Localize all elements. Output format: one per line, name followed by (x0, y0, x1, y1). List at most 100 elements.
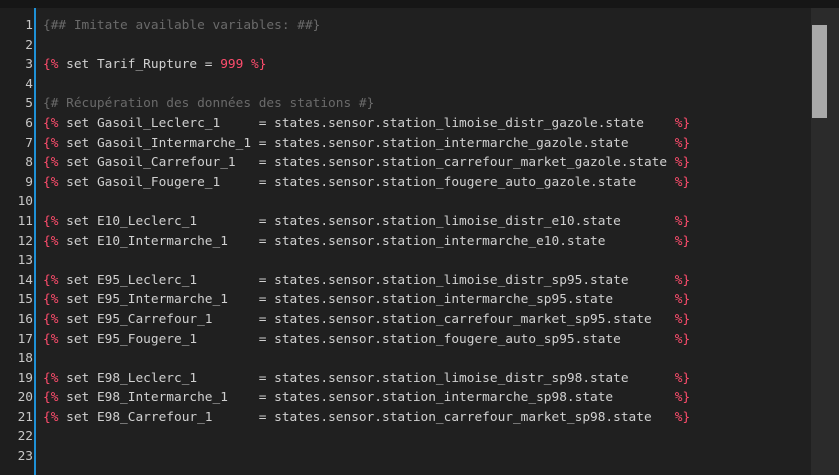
code-token-tag: {% (43, 390, 59, 406)
line-number: 14 (17, 272, 33, 288)
code-token-tag: {% (43, 292, 59, 308)
code-token-tag: %} (674, 135, 691, 151)
line-text: {% set Gasoil_Intermarche_1 = states.sen… (43, 134, 690, 154)
line-number: 11 (17, 213, 33, 229)
code-token-tag: {% (43, 155, 59, 171)
template-editor: 1 {## Imitate available variables: ##} 2 3{… (0, 0, 839, 475)
line-text: {% set E98_Intermarche_1 = states.sensor… (43, 388, 690, 408)
line-number: 21 (17, 409, 33, 425)
code-token-tag: %} (674, 311, 691, 327)
code-token-kw: set E98_Leclerc_1 = states.sensor.statio… (58, 370, 675, 386)
code-line[interactable]: 19 {% set E98_Leclerc_1 = states.sensor.s… (0, 369, 811, 389)
line-text: {% set E98_Leclerc_1 = states.sensor.sta… (43, 369, 690, 389)
code-token-kw: set Gasoil_Fougere_1 = states.sensor.sta… (58, 174, 675, 190)
line-number: 10 (17, 194, 33, 210)
line-number: 13 (17, 253, 33, 269)
line-text: {% set E10_Leclerc_1 = states.sensor.sta… (43, 212, 690, 232)
line-number: 5 (25, 96, 33, 112)
code-token-kw: set Gasoil_Carrefour_1 = states.sensor.s… (58, 155, 675, 171)
code-lines[interactable]: 1 {## Imitate available variables: ##} 2 3{… (0, 16, 811, 467)
code-token-tag: {% (43, 57, 59, 73)
code-token-kw: set E10_Leclerc_1 = states.sensor.statio… (58, 213, 675, 229)
code-token-tag: {% (43, 370, 59, 386)
code-line[interactable]: 13 (0, 251, 811, 271)
code-token-kw: set Gasoil_Leclerc_1 = states.sensor.sta… (58, 115, 675, 131)
code-token-kw: set E98_Carrefour_1 = states.sensor.stat… (58, 409, 675, 425)
code-line[interactable]: 10 (0, 192, 811, 212)
code-token-tag: %} (674, 272, 691, 288)
code-line[interactable]: 14 {% set E95_Leclerc_1 = states.sensor.s… (0, 271, 811, 291)
line-number: 16 (17, 311, 33, 327)
line-text: {% set E10_Intermarche_1 = states.sensor… (43, 232, 690, 252)
code-line[interactable]: 16 {% set E95_Carrefour_1 = states.sensor… (0, 310, 811, 330)
code-token-kw: set E95_Carrefour_1 = states.sensor.stat… (58, 311, 675, 327)
code-token-tag: %} (674, 174, 691, 190)
code-line[interactable]: 7 {% set Gasoil_Intermarche_1 = states.se… (0, 134, 811, 154)
code-line[interactable]: 9 {% set Gasoil_Fougere_1 = states.sensor… (0, 173, 811, 193)
code-token-tag: %} (674, 233, 691, 249)
code-line[interactable]: 22 (0, 427, 811, 447)
line-text: {% set E95_Fougere_1 = states.sensor.sta… (43, 330, 690, 350)
line-text: {% set Gasoil_Leclerc_1 = states.sensor.… (43, 114, 690, 134)
code-token-num: 999 (220, 57, 244, 73)
code-line[interactable]: 18 (0, 349, 811, 369)
line-text: {% set Gasoil_Carrefour_1 = states.senso… (43, 153, 690, 173)
code-token-tag: {% (43, 331, 59, 347)
code-line[interactable]: 23 (0, 447, 811, 467)
code-line[interactable]: 17 {% set E95_Fougere_1 = states.sensor.s… (0, 330, 811, 350)
line-number: 22 (17, 429, 33, 445)
code-token-tag: {% (43, 233, 59, 249)
line-text: {% set Gasoil_Fougere_1 = states.sensor.… (43, 173, 690, 193)
code-token-kw: set Gasoil_Intermarche_1 = states.sensor… (58, 135, 675, 151)
code-token-tag: {% (43, 174, 59, 190)
line-number: 1 (25, 18, 33, 33)
code-line[interactable]: 20 {% set E98_Intermarche_1 = states.sens… (0, 388, 811, 408)
code-line[interactable]: 2 (0, 36, 811, 56)
code-token-tag: {% (43, 311, 59, 327)
code-line[interactable]: 15 {% set E95_Intermarche_1 = states.sens… (0, 290, 811, 310)
code-token-kw: set Tarif_Rupture = (58, 57, 221, 73)
line-number: 17 (17, 331, 33, 347)
code-token-tag: %} (674, 331, 691, 347)
line-text: {% set E95_Intermarche_1 = states.sensor… (43, 290, 690, 310)
line-number: 23 (17, 449, 33, 465)
code-token-tag: {% (43, 272, 59, 288)
code-line[interactable]: 3 {% set Tarif_Rupture = 999 %} (0, 55, 811, 75)
line-number: 4 (25, 76, 33, 92)
code-token-kw: set E98_Intermarche_1 = states.sensor.st… (58, 390, 675, 406)
code-line[interactable]: 1 {## Imitate available variables: ##} (0, 16, 811, 36)
code-line[interactable]: 12 {% set E10_Intermarche_1 = states.sens… (0, 232, 811, 252)
code-line[interactable]: 4 (0, 75, 811, 95)
editor-top-bar (0, 0, 839, 8)
code-token-tag: {% (43, 409, 59, 425)
line-number: 2 (25, 37, 33, 53)
code-token-tag: %} (674, 213, 691, 229)
code-token-tag: %} (674, 390, 691, 406)
code-token-tag: %} (674, 409, 691, 425)
code-token-kw: set E95_Fougere_1 = states.sensor.statio… (58, 331, 675, 347)
line-text: {# Récupération des données des stations… (43, 94, 374, 114)
line-number: 9 (25, 174, 33, 190)
code-token-tag: %} (674, 155, 691, 171)
line-number: 18 (17, 351, 33, 367)
line-text: {% set E95_Carrefour_1 = states.sensor.s… (43, 310, 690, 330)
code-token-comment: {# Récupération des données des stations… (43, 96, 375, 112)
line-text: {% set E98_Carrefour_1 = states.sensor.s… (43, 408, 690, 428)
line-text: {## Imitate available variables: ##} (43, 16, 320, 36)
line-number: 20 (17, 390, 33, 406)
line-number: 6 (25, 115, 33, 131)
code-token-tag: {% (43, 115, 59, 131)
line-text: {% set Tarif_Rupture = 999 %} (43, 55, 266, 75)
code-token-kw: set E10_Intermarche_1 = states.sensor.st… (58, 233, 675, 249)
code-line[interactable]: 21 {% set E98_Carrefour_1 = states.sensor… (0, 408, 811, 428)
code-line[interactable]: 5 {# Récupération des données des station… (0, 94, 811, 114)
code-token-tag: %} (674, 292, 691, 308)
code-line[interactable]: 11 {% set E10_Leclerc_1 = states.sensor.s… (0, 212, 811, 232)
code-token-comment: {## Imitate available variables: ##} (43, 18, 321, 33)
code-line[interactable]: 6 {% set Gasoil_Leclerc_1 = states.sensor… (0, 114, 811, 134)
line-number: 19 (17, 370, 33, 386)
vertical-scrollbar-thumb[interactable] (812, 25, 827, 118)
line-number: 3 (25, 57, 33, 73)
code-line[interactable]: 8 {% set Gasoil_Carrefour_1 = states.sens… (0, 153, 811, 173)
code-token-tag: {% (43, 213, 59, 229)
